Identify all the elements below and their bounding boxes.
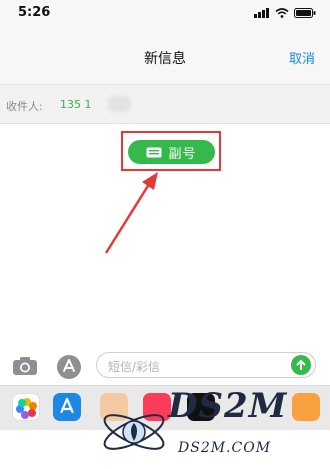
watermark-domain: DS2M.COM bbox=[178, 440, 272, 456]
app-store-drawer-icon[interactable] bbox=[53, 393, 81, 421]
message-input-placeholder: 短信/彩信 bbox=[108, 360, 161, 374]
app-store-icon[interactable] bbox=[56, 354, 82, 384]
arrow-up-icon bbox=[296, 359, 306, 370]
watermark-brand: DS2M bbox=[168, 386, 288, 426]
photos-app-icon[interactable] bbox=[12, 393, 40, 421]
send-button[interactable] bbox=[291, 355, 311, 375]
camera-icon[interactable] bbox=[12, 356, 38, 380]
more-apps-icon[interactable] bbox=[292, 393, 320, 421]
